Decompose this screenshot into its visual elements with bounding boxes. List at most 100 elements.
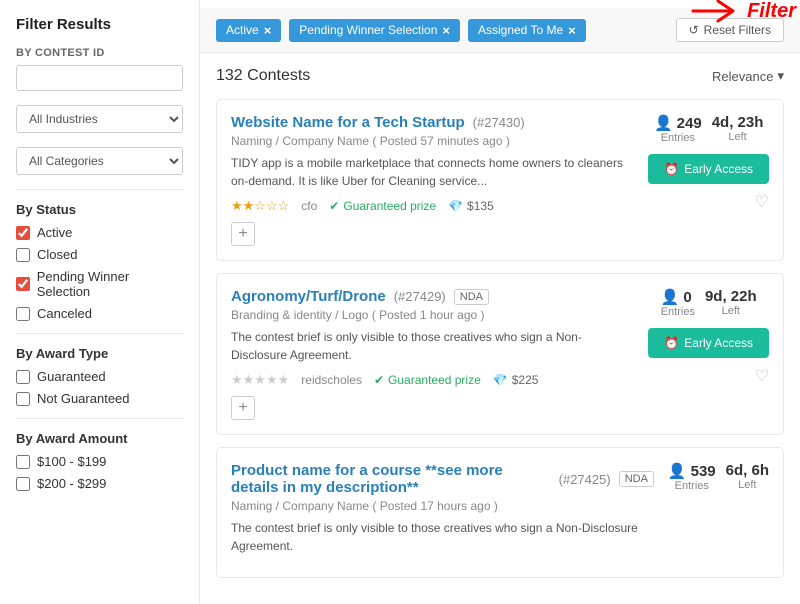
amount-200-299[interactable]: $200 - $299 bbox=[16, 476, 183, 491]
status-closed[interactable]: Closed bbox=[16, 247, 183, 262]
card-body-1: Website Name for a Tech Startup (#27430)… bbox=[231, 114, 634, 246]
early-access-label-1: Early Access bbox=[684, 162, 753, 176]
award-not-guaranteed-label: Not Guaranteed bbox=[37, 391, 130, 406]
contest-card-3: Product name for a course **see more det… bbox=[216, 447, 784, 578]
guaranteed-2: ✔ Guaranteed prize bbox=[374, 373, 481, 387]
contest-id-input[interactable] bbox=[16, 65, 183, 91]
guaranteed-label-1: Guaranteed prize bbox=[343, 199, 436, 213]
tag-pending[interactable]: Pending Winner Selection × bbox=[289, 19, 460, 42]
posted-3: Posted 17 hours ago bbox=[380, 499, 491, 513]
prize-amount-2: $225 bbox=[512, 373, 539, 387]
status-pending[interactable]: Pending Winner Selection bbox=[16, 269, 183, 299]
prize-amount-1: $135 bbox=[467, 199, 494, 213]
award-guaranteed-checkbox[interactable] bbox=[16, 370, 30, 384]
amount-100-199[interactable]: $100 - $199 bbox=[16, 454, 183, 469]
entries-box-1: 👤 249 Entries bbox=[654, 114, 702, 144]
nda-badge-2: NDA bbox=[454, 289, 489, 305]
industry-select[interactable]: All Industries Technology Healthcare bbox=[16, 105, 183, 133]
diamond-icon-1: 💎 bbox=[448, 199, 463, 213]
card-title-row-2: Agronomy/Turf/Drone (#27429) NDA bbox=[231, 288, 634, 305]
time-label-3: Left bbox=[726, 479, 769, 491]
tag-active[interactable]: Active × bbox=[216, 19, 281, 42]
posted-1: Posted 57 minutes ago bbox=[380, 134, 503, 148]
status-canceled-label: Canceled bbox=[37, 306, 92, 321]
expand-button-1[interactable]: + bbox=[231, 222, 255, 246]
time-box-3: 6d, 6h Left bbox=[726, 462, 769, 492]
sort-label: Relevance bbox=[712, 69, 773, 84]
reset-icon: ↺ bbox=[689, 23, 699, 37]
category-3: Naming / Company Name bbox=[231, 499, 369, 513]
tag-pending-label: Pending Winner Selection bbox=[299, 23, 437, 37]
early-access-label-2: Early Access bbox=[684, 336, 753, 350]
clock-icon-1: ⏰ bbox=[664, 162, 679, 176]
contest-title-3[interactable]: Product name for a course **see more det… bbox=[231, 462, 551, 496]
nda-badge-3: NDA bbox=[619, 471, 654, 487]
amount-200-299-label: $200 - $299 bbox=[37, 476, 106, 491]
card-side-3: 👤 539 Entries 6d, 6h Left bbox=[668, 462, 769, 563]
tag-pending-close[interactable]: × bbox=[442, 23, 450, 38]
category-select[interactable]: All Categories Naming Branding bbox=[16, 147, 183, 175]
check-icon-2: ✔ bbox=[374, 373, 384, 387]
status-closed-label: Closed bbox=[37, 247, 77, 262]
status-canceled[interactable]: Canceled bbox=[16, 306, 183, 321]
check-icon-1: ✔ bbox=[329, 199, 339, 213]
amount-200-299-checkbox[interactable] bbox=[16, 477, 30, 491]
like-button-1[interactable]: ♡ bbox=[755, 192, 769, 212]
amount-100-199-checkbox[interactable] bbox=[16, 455, 30, 469]
tag-assigned-label: Assigned To Me bbox=[478, 23, 563, 37]
contest-title-1[interactable]: Website Name for a Tech Startup bbox=[231, 114, 465, 131]
amount-100-199-label: $100 - $199 bbox=[37, 454, 106, 469]
early-access-button-2[interactable]: ⏰ Early Access bbox=[648, 328, 769, 358]
tag-assigned-close[interactable]: × bbox=[568, 23, 576, 38]
reset-filters-button[interactable]: ↺ Reset Filters bbox=[676, 18, 784, 42]
sidebar-title: Filter Results bbox=[16, 16, 183, 33]
tag-assigned[interactable]: Assigned To Me × bbox=[468, 19, 586, 42]
main-content: Filter Active × Pending Winner Selection… bbox=[200, 0, 800, 604]
time-num-3: 6d, 6h bbox=[726, 462, 769, 479]
award-not-guaranteed[interactable]: Not Guaranteed bbox=[16, 391, 183, 406]
industry-section: All Industries Technology Healthcare bbox=[16, 105, 183, 133]
person-icon-1: 👤 bbox=[654, 114, 673, 132]
results-area: 132 Contests Relevance ▾ Website Name fo… bbox=[200, 53, 800, 604]
reset-label: Reset Filters bbox=[704, 23, 771, 37]
like-button-2[interactable]: ♡ bbox=[755, 366, 769, 386]
author-1: cfo bbox=[301, 199, 317, 213]
award-guaranteed[interactable]: Guaranteed bbox=[16, 369, 183, 384]
status-active-label: Active bbox=[37, 225, 72, 240]
entries-num-2: 👤 0 bbox=[661, 288, 695, 306]
tag-active-close[interactable]: × bbox=[264, 23, 272, 38]
star-rating-1: ★★☆☆☆ bbox=[231, 198, 289, 214]
card-desc-3: The contest brief is only visible to tho… bbox=[231, 519, 654, 555]
entries-num-1: 👤 249 bbox=[654, 114, 702, 132]
contest-id-section: By Contest ID bbox=[16, 47, 183, 91]
status-pending-checkbox[interactable] bbox=[16, 277, 30, 291]
card-stats-1: 👤 249 Entries 4d, 23h Left bbox=[648, 114, 769, 144]
person-icon-3: 👤 bbox=[668, 462, 687, 480]
clock-icon-2: ⏰ bbox=[664, 336, 679, 350]
contest-card-2: Agronomy/Turf/Drone (#27429) NDA Brandin… bbox=[216, 273, 784, 435]
early-access-button-1[interactable]: ⏰ Early Access bbox=[648, 154, 769, 184]
contest-title-2[interactable]: Agronomy/Turf/Drone bbox=[231, 288, 386, 305]
status-active-checkbox[interactable] bbox=[16, 226, 30, 240]
entries-num-3: 👤 539 bbox=[668, 462, 716, 480]
card-stats-3: 👤 539 Entries 6d, 6h Left bbox=[668, 462, 769, 492]
status-canceled-checkbox[interactable] bbox=[16, 307, 30, 321]
expand-button-2[interactable]: + bbox=[231, 396, 255, 420]
award-guaranteed-label: Guaranteed bbox=[37, 369, 106, 384]
tag-active-label: Active bbox=[226, 23, 259, 37]
entries-label-2: Entries bbox=[661, 306, 695, 318]
card-desc-1: TIDY app is a mobile marketplace that co… bbox=[231, 154, 634, 190]
time-label-1: Left bbox=[712, 131, 764, 143]
time-num-1: 4d, 23h bbox=[712, 114, 764, 131]
card-subtitle-2: Branding & identity / Logo ( Posted 1 ho… bbox=[231, 308, 634, 322]
prize-2: 💎 $225 bbox=[493, 373, 539, 387]
divider-2 bbox=[16, 333, 183, 334]
time-num-2: 9d, 22h bbox=[705, 288, 757, 305]
divider-1 bbox=[16, 189, 183, 190]
contest-id-1: (#27430) bbox=[473, 115, 525, 130]
status-active[interactable]: Active bbox=[16, 225, 183, 240]
award-not-guaranteed-checkbox[interactable] bbox=[16, 392, 30, 406]
status-closed-checkbox[interactable] bbox=[16, 248, 30, 262]
author-2: reidscholes bbox=[301, 373, 362, 387]
sort-button[interactable]: Relevance ▾ bbox=[712, 68, 784, 84]
